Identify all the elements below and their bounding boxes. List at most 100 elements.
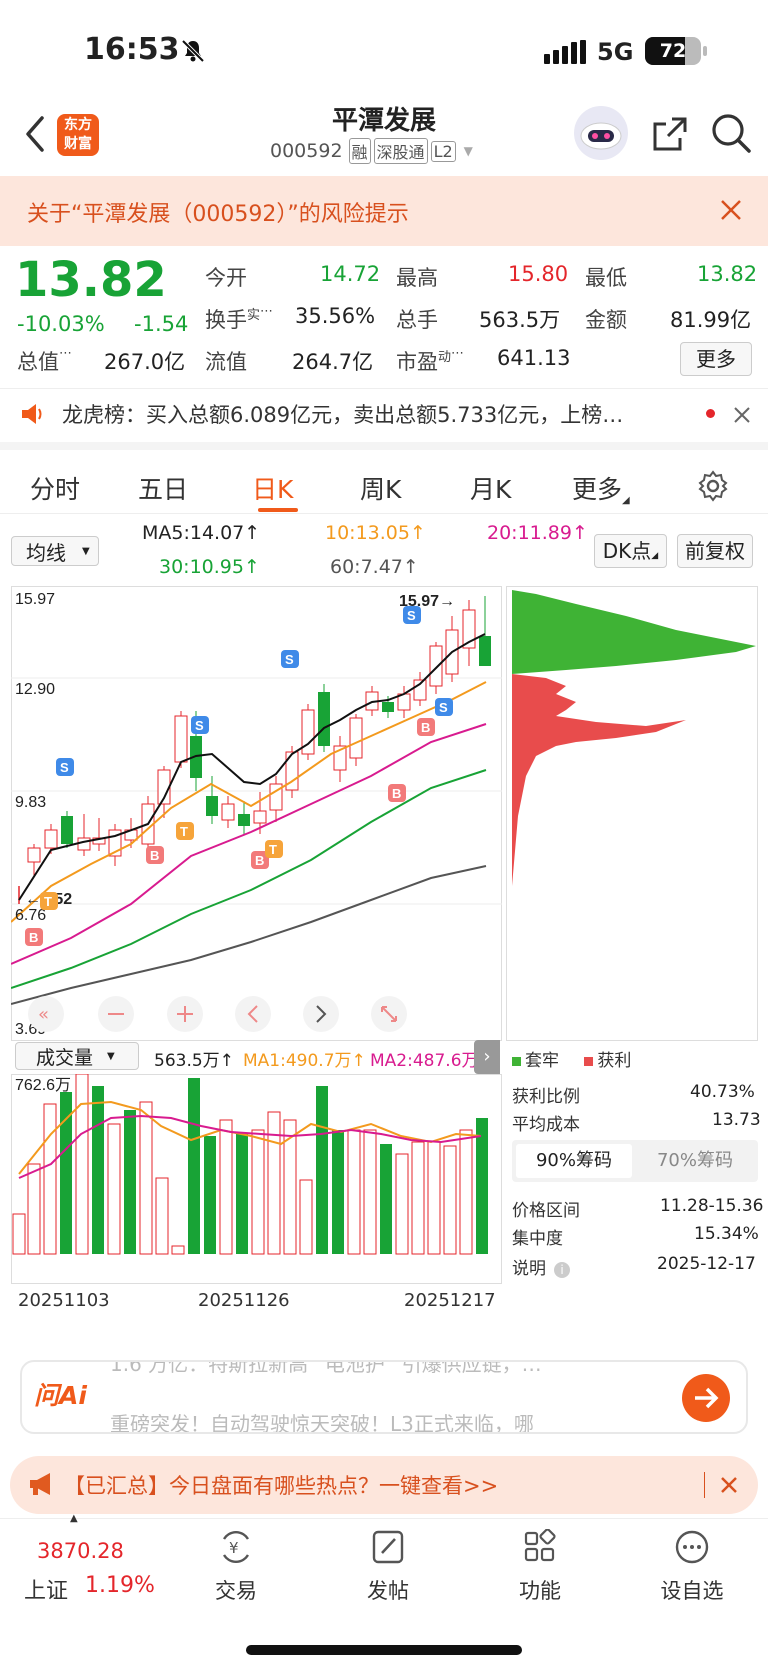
search-icon[interactable] (710, 112, 752, 158)
ai-suggestion-2[interactable]: 重磅突发！自动驾驶惊天突破！L3正式来临，哪 (110, 1408, 534, 1432)
tab-five-day[interactable]: 五日 (138, 470, 188, 506)
trap-legend-label: 套牢 (525, 1051, 559, 1071)
tab-chip-70[interactable]: 70%筹码 (636, 1144, 754, 1178)
robot-avatar[interactable] (574, 106, 628, 160)
close-icon[interactable] (734, 407, 750, 427)
nav-trade-label: 交易 (215, 1579, 257, 1603)
turnover-sup: 实 (247, 308, 261, 323)
tag-l2: L2 (430, 140, 456, 162)
ma60-value: 60:7.47↑ (330, 556, 419, 578)
sell-marker: S (403, 606, 421, 624)
nav-functions[interactable]: 功能 (485, 1528, 595, 1605)
sell-marker: S (56, 758, 74, 776)
svg-text:S: S (439, 700, 448, 715)
buy-marker: B (146, 846, 164, 864)
ma10-value: 10:13.05↑ (325, 522, 426, 544)
t-marker: T (40, 892, 58, 910)
amount-value: 81.99亿 (670, 308, 752, 332)
concentration-label: 集中度 (512, 1229, 563, 1249)
nav-functions-label: 功能 (519, 1579, 561, 1603)
pe-sup: 动 (438, 350, 452, 365)
promo-banner[interactable]: 【已汇总】今日盘面有哪些热点？一键查看>> (10, 1456, 758, 1514)
avg-cost-value: 13.73 (712, 1110, 761, 1130)
close-icon[interactable] (720, 199, 742, 225)
share-icon[interactable] (650, 114, 690, 158)
kline-chart[interactable]: 15.97 12.90 9.83 6.76 3.69 15.97→ ←7.52 … (11, 586, 502, 1041)
quote-panel: 13.82 -10.03% -1.54 今开 14.72 最高 15.80 最低… (0, 248, 768, 384)
change-amount: -1.54 (134, 312, 189, 336)
nav-post-label: 发帖 (367, 1579, 409, 1603)
open-value: 14.72 (320, 262, 381, 286)
tab-weekly-k[interactable]: 周K (360, 470, 401, 506)
date-label-end: 20251217 (404, 1290, 496, 1311)
expand-arrow-icon[interactable]: › (474, 1040, 500, 1074)
turnover-label: 换手实⋯ (205, 304, 273, 334)
info-icon[interactable]: ⋯ (451, 346, 464, 361)
ma-select[interactable]: 均线 ▼ (11, 536, 99, 566)
volume-chart: 762.6万 (11, 1074, 502, 1284)
dragon-tiger-bar[interactable]: 龙虎榜：买入总额6.089亿元，卖出总额5.733亿元，上榜… (0, 388, 768, 450)
chevron-down-icon: ▼ (82, 545, 90, 557)
stock-code-row: 000592 融 深股通 L2 ▼ (270, 138, 473, 164)
ask-ai-box[interactable]: 问Ai 1.6 万亿：特斯拉新高 “电池护” 引爆供应链，… 重磅突发！自动驾驶… (20, 1360, 748, 1434)
mktcap-value: 267.0亿 (104, 350, 186, 374)
tab-intraday[interactable]: 分时 (30, 470, 80, 506)
volume-select-label: 成交量 (36, 1046, 94, 1069)
chevron-down-icon: ◢ (622, 495, 630, 506)
tab-chip-90[interactable]: 90%筹码 (516, 1144, 632, 1178)
nav-post[interactable]: 发帖 (333, 1529, 443, 1605)
mktcap-label-text: 总值 (17, 350, 59, 374)
ai-suggestion-1[interactable]: 1.6 万亿：特斯拉新高 “电池护” 引爆供应链，… (110, 1362, 542, 1377)
nav-add-watchlist[interactable]: 设自选 (637, 1529, 747, 1605)
chip-tabs: 90%筹码 70%筹码 (512, 1140, 758, 1182)
svg-text:B: B (421, 720, 430, 735)
send-arrow-button[interactable] (682, 1374, 730, 1422)
promo-text: 【已汇总】今日盘面有哪些热点？一键查看>> (64, 1474, 499, 1498)
home-indicator[interactable] (246, 1645, 522, 1655)
speaker-icon (20, 403, 44, 429)
tab-more[interactable]: 更多◢ (572, 470, 630, 506)
chip-date: 2025-12-17 (657, 1254, 756, 1274)
date-label-mid: 20251126 (198, 1290, 290, 1311)
tab-monthly-k[interactable]: 月K (470, 470, 511, 506)
close-icon[interactable] (720, 1476, 738, 1498)
profit-legend-swatch (584, 1057, 594, 1066)
index-value[interactable]: 3870.28 (37, 1539, 124, 1563)
ma5-value: MA5:14.07↑ (142, 522, 261, 544)
volume-select[interactable]: 成交量 ▼ (15, 1042, 139, 1070)
battery-icon: 72 (645, 37, 701, 65)
float-value: 264.7亿 (292, 350, 374, 374)
more-icon (675, 1530, 709, 1564)
more-button[interactable]: 更多 (680, 342, 752, 376)
logo-text-bottom: 财富 (64, 136, 92, 152)
svg-text:¥: ¥ (229, 1539, 239, 1557)
battery-level: 72 (659, 40, 687, 62)
adjust-price-button[interactable]: 前复权 (677, 534, 753, 568)
turnover-label-text: 换手 (205, 308, 247, 332)
info-icon[interactable]: ⋯ (59, 346, 72, 361)
index-change[interactable]: 1.19% (85, 1573, 155, 1598)
double-left-icon: « (38, 1004, 49, 1025)
tab-daily-k[interactable]: 日K (252, 470, 293, 506)
turnover-value: 35.56% (295, 304, 376, 328)
nav-add-watchlist-label: 设自选 (660, 1579, 724, 1603)
gear-icon[interactable] (697, 470, 729, 506)
nav-trade[interactable]: ¥ 交易 (181, 1529, 291, 1605)
info-icon[interactable]: ⋯ (260, 304, 273, 319)
volume-value: 563.5万 (479, 308, 561, 332)
sell-marker: S (281, 650, 299, 668)
chevron-down-icon: ◢ (651, 551, 659, 561)
period-tabs: 分时 五日 日K 周K 月K 更多◢ (0, 458, 768, 514)
kline-chart-area: 均线 ▼ MA5:14.07↑ 10:13.05↑ 20:11.89↑ 30:10… (0, 516, 768, 1351)
profit-ratio-value: 40.73% (690, 1082, 755, 1102)
edit-icon (372, 1530, 404, 1564)
info-icon[interactable]: i (554, 1262, 570, 1278)
pe-value: 641.13 (497, 346, 571, 370)
risk-alert-banner[interactable]: 关于“平潭发展（000592）”的风险提示 (0, 176, 768, 246)
volume-max-label: 762.6万 (15, 1077, 71, 1094)
dropdown-icon[interactable]: ▼ (464, 144, 473, 158)
dk-point-button[interactable]: DK点◢ (594, 534, 667, 568)
index-name[interactable]: 上证 (24, 1573, 68, 1605)
pe-label-text: 市盈 (396, 350, 438, 374)
dk-point-label: DK点 (602, 539, 652, 563)
